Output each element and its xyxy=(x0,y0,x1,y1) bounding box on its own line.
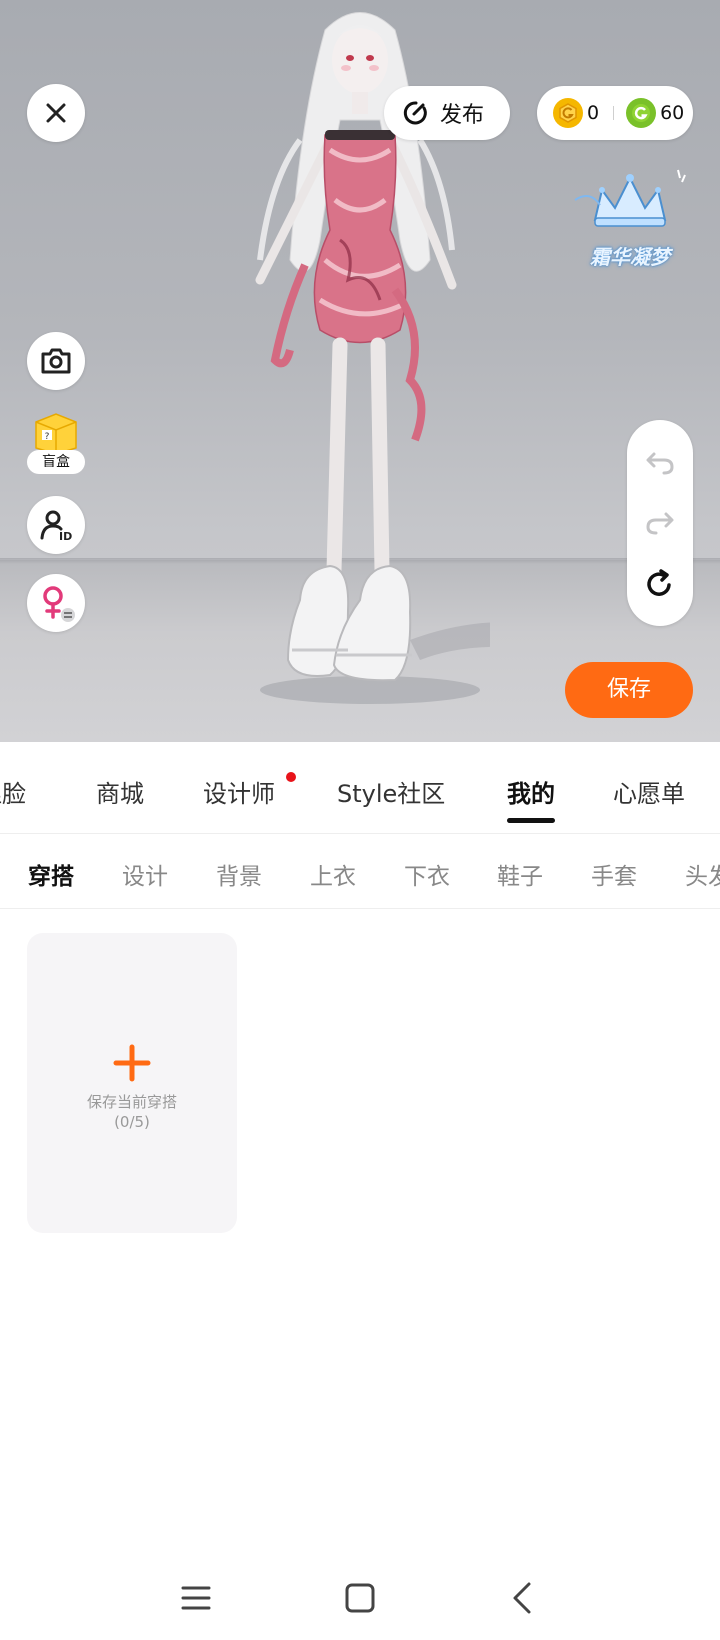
category-tab-bar: 穿搭 设计 背景 上衣 下衣 鞋子 手套 头发 xyxy=(0,835,720,909)
female-swap-icon xyxy=(43,586,75,622)
outfit-slot-count: (0/5) xyxy=(114,1113,150,1131)
publish-label: 发布 xyxy=(440,103,485,128)
active-tab-indicator xyxy=(507,818,555,823)
designer-notification-dot xyxy=(286,772,296,782)
main-tab-bar: 捏脸 商城 设计师 Style社区 我的 心愿单 xyxy=(0,742,720,834)
subtab-gloves[interactable]: 手套 xyxy=(591,857,637,891)
subtab-hair[interactable]: 头发 xyxy=(685,857,720,891)
svg-text:?: ? xyxy=(45,432,50,442)
crown-icon xyxy=(574,169,686,227)
redo-icon[interactable] xyxy=(644,506,676,538)
user-id-icon: ID xyxy=(40,510,72,542)
subtab-outfit[interactable]: 穿搭 xyxy=(28,857,74,891)
subtab-background[interactable]: 背景 xyxy=(216,857,262,891)
save-outfit-card[interactable]: 保存当前穿搭 (0/5) xyxy=(27,933,237,1233)
camera-button[interactable] xyxy=(27,332,85,390)
green-coin-value: 60 xyxy=(660,102,685,124)
gender-switch-button[interactable] xyxy=(27,574,85,632)
plus-icon xyxy=(113,1044,151,1082)
avatar-stage[interactable]: 霜华凝梦 发布 0 60 ? 盲盒 ID 保存 xyxy=(0,0,720,742)
tab-style-community[interactable]: Style社区 xyxy=(337,774,445,809)
subtab-shoes[interactable]: 鞋子 xyxy=(497,857,543,891)
menu-icon[interactable] xyxy=(176,1578,216,1618)
system-navigation-bar xyxy=(0,1560,720,1640)
home-icon[interactable] xyxy=(340,1578,380,1618)
green-g-coin-icon xyxy=(626,98,657,128)
tab-wishlist[interactable]: 心愿单 xyxy=(613,774,685,809)
camera-icon xyxy=(41,348,71,374)
save-button[interactable]: 保存 xyxy=(565,662,693,718)
blind-box-label: 盲盒 xyxy=(27,450,85,474)
tab-designer[interactable]: 设计师 xyxy=(203,774,275,809)
history-controls xyxy=(627,420,693,626)
event-title-text: 霜华凝梦 xyxy=(590,245,670,269)
subtab-design[interactable]: 设计 xyxy=(122,857,168,891)
currency-balance[interactable]: 0 60 xyxy=(537,86,693,140)
svg-text:ID: ID xyxy=(59,530,72,542)
user-id-button[interactable]: ID xyxy=(27,496,85,554)
gold-g-coin-icon xyxy=(553,98,583,128)
publish-button[interactable]: 发布 xyxy=(384,86,510,140)
close-button[interactable] xyxy=(27,84,85,142)
tab-shop[interactable]: 商城 xyxy=(96,774,144,809)
currency-divider xyxy=(613,106,615,120)
publish-icon xyxy=(403,101,427,125)
subtab-bottom[interactable]: 下衣 xyxy=(404,857,450,891)
subtab-top[interactable]: 上衣 xyxy=(310,857,356,891)
event-title-logo: 霜华凝梦 xyxy=(570,160,690,270)
save-outfit-label: 保存当前穿搭 xyxy=(86,1093,177,1111)
tab-face[interactable]: 捏脸 xyxy=(0,774,26,809)
blind-box-button[interactable]: ? 盲盒 xyxy=(27,410,85,474)
gold-coin-value: 0 xyxy=(587,102,600,124)
close-icon xyxy=(46,103,66,123)
tab-mine[interactable]: 我的 xyxy=(507,774,555,809)
reset-icon[interactable] xyxy=(644,568,676,600)
back-icon[interactable] xyxy=(503,1578,543,1618)
undo-icon[interactable] xyxy=(644,446,676,478)
